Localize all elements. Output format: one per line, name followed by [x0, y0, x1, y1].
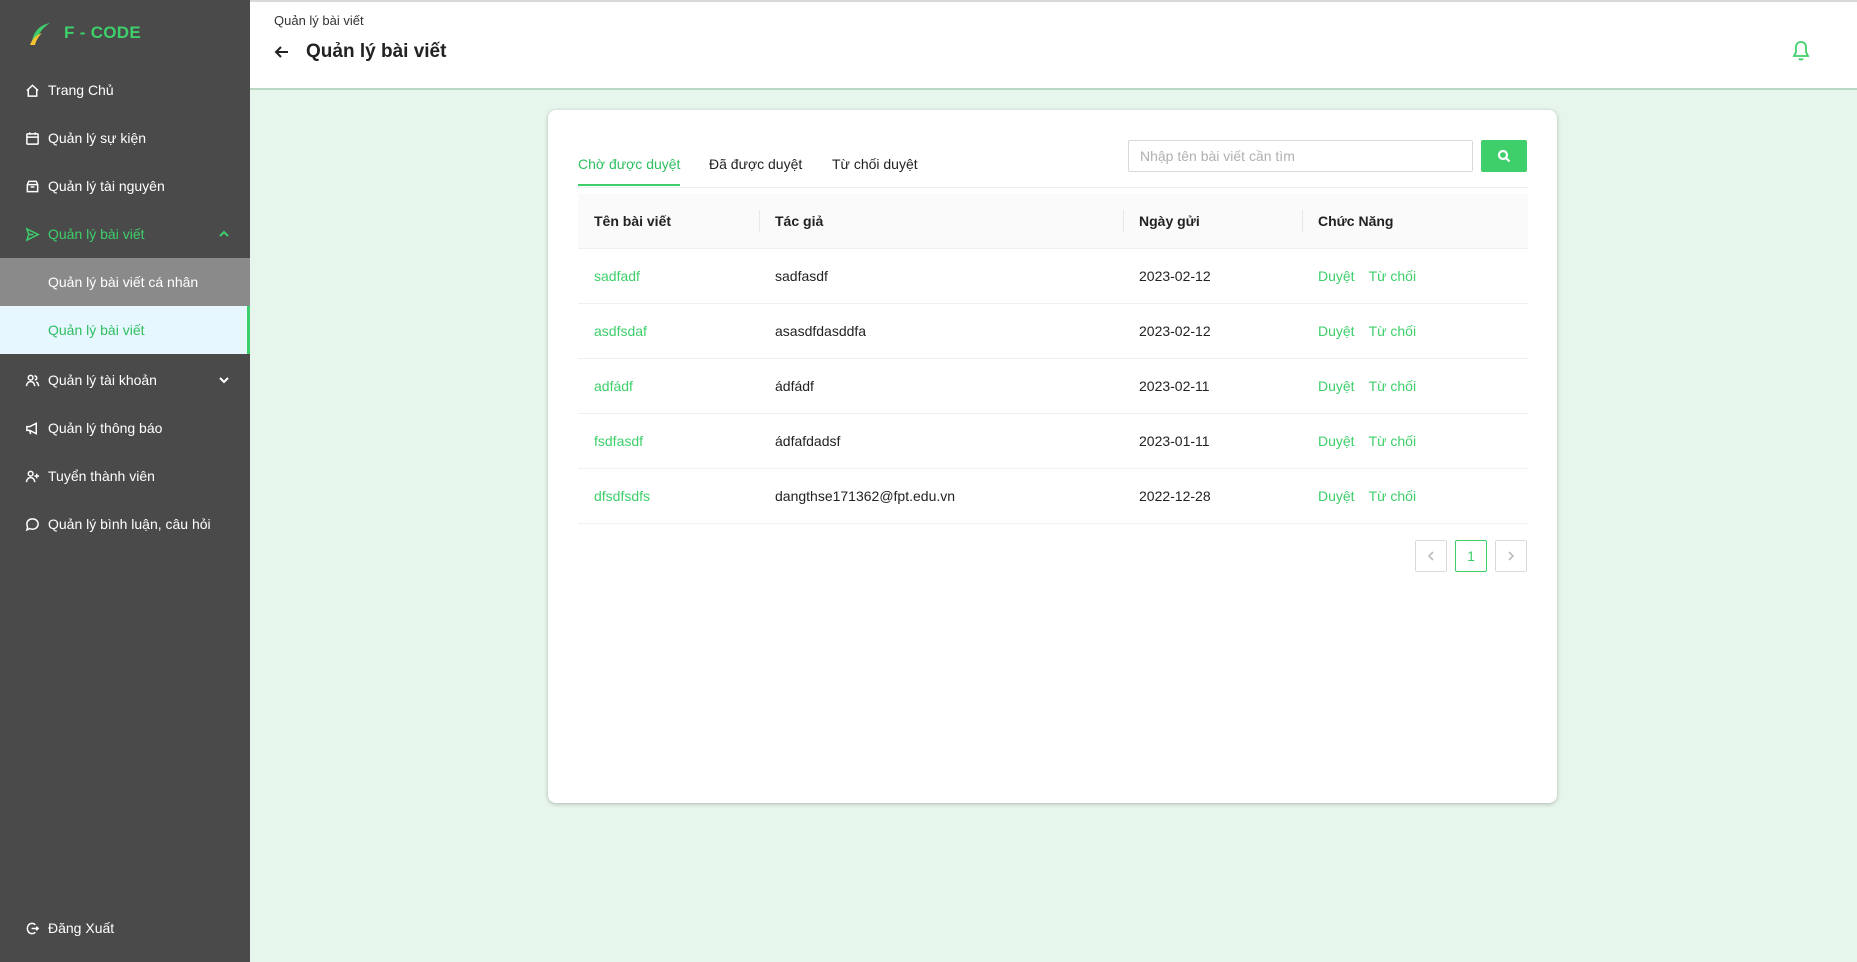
post-date: 2023-02-12 [1123, 303, 1302, 359]
sidebar-item-recruit[interactable]: Tuyển thành viên [0, 452, 250, 500]
sidebar-item-comments[interactable]: Quản lý bình luận, câu hỏi [0, 500, 250, 548]
sidebar-item-label: Quản lý bài viết [48, 226, 145, 242]
sidebar-item-label: Quản lý bài viết [48, 322, 145, 338]
post-date: 2022-12-28 [1123, 468, 1302, 524]
post-author: ádfafdadsf [759, 413, 1123, 469]
column-header: Tác giả [759, 194, 1123, 249]
sidebar-item-label: Quản lý tài nguyên [48, 178, 165, 194]
post-author: dangthse171362@fpt.edu.vn [759, 468, 1123, 524]
sidebar-item-label: Quản lý thông báo [48, 420, 163, 436]
actions-cell: Duyệt Từ chối [1302, 413, 1528, 469]
breadcrumb[interactable]: Quản lý bài viết [274, 13, 364, 28]
column-header: Chức Năng [1302, 194, 1528, 249]
chevron-right-icon [1508, 551, 1515, 561]
next-page-button[interactable] [1495, 540, 1527, 572]
reject-button[interactable]: Từ chối [1369, 488, 1417, 504]
sidebar: F - CODE Trang Chủ Quản lý sự kiện Quản … [0, 0, 250, 962]
reject-button[interactable]: Từ chối [1369, 378, 1417, 394]
page-number-button[interactable]: 1 [1455, 540, 1487, 572]
post-date: 2023-01-11 [1123, 413, 1302, 469]
column-header: Tên bài viết [578, 194, 759, 249]
chevron-left-icon [1427, 551, 1434, 561]
table-row: asdfsdaf asasdfdasddfa 2023-02-12 Duyệt T… [578, 303, 1528, 359]
search-icon [1497, 149, 1511, 163]
search-bar [1128, 140, 1527, 172]
post-author: asasdfdasddfa [759, 303, 1123, 359]
sidebar-item-resources[interactable]: Quản lý tài nguyên [0, 162, 250, 210]
tab-pending[interactable]: Chờ được duyệt [578, 156, 681, 186]
brand-name: F - CODE [64, 23, 142, 42]
reject-button[interactable]: Từ chối [1369, 433, 1417, 449]
sidebar-item-events[interactable]: Quản lý sự kiện [0, 114, 250, 162]
actions-cell: Duyệt Từ chối [1302, 468, 1528, 524]
search-button[interactable] [1481, 140, 1527, 172]
approve-button[interactable]: Duyệt [1318, 488, 1355, 504]
tab-approved[interactable]: Đã được duyệt [709, 156, 802, 184]
table-row: fsdfasdf ádfafdadsf 2023-01-11 Duyệt Từ c… [578, 413, 1528, 469]
search-input[interactable] [1128, 140, 1473, 172]
logout-icon [24, 920, 40, 936]
tab-rejected[interactable]: Từ chối duyệt [832, 156, 918, 184]
actions-cell: Duyệt Từ chối [1302, 358, 1528, 414]
sidebar-item-notifications[interactable]: Quản lý thông báo [0, 404, 250, 452]
comment-icon [24, 516, 40, 532]
users-icon [24, 372, 40, 388]
actions-cell: Duyệt Từ chối [1302, 248, 1528, 304]
posts-table: Tên bài viết Tác giả Ngày gửi Chức Năng … [578, 194, 1528, 524]
back-arrow-icon[interactable] [274, 44, 290, 60]
megaphone-icon [24, 420, 40, 436]
chevron-up-icon [218, 227, 232, 241]
post-date: 2023-02-12 [1123, 248, 1302, 304]
sidebar-item-accounts[interactable]: Quản lý tài khoản [0, 356, 250, 404]
page-title: Quản lý bài viết [306, 41, 447, 62]
logout-label: Đăng Xuất [48, 920, 115, 936]
sidebar-item-label: Quản lý tài khoản [48, 372, 157, 388]
approve-button[interactable]: Duyệt [1318, 323, 1355, 339]
sidebar-item-label: Quản lý bài viết cá nhân [48, 274, 199, 290]
post-author: ádfádf [759, 358, 1123, 414]
post-title-link[interactable]: sadfadf [578, 248, 759, 304]
actions-cell: Duyệt Từ chối [1302, 303, 1528, 359]
sidebar-item-label: Quản lý bình luận, câu hỏi [48, 516, 211, 532]
user-add-icon [24, 468, 40, 484]
approve-button[interactable]: Duyệt [1318, 378, 1355, 394]
approve-button[interactable]: Duyệt [1318, 268, 1355, 284]
post-title-link[interactable]: fsdfasdf [578, 413, 759, 469]
reject-button[interactable]: Từ chối [1369, 323, 1417, 339]
reject-button[interactable]: Từ chối [1369, 268, 1417, 284]
box-icon [24, 178, 40, 194]
table-row: sadfadf sadfasdf 2023-02-12 Duyệt Từ chối [578, 248, 1528, 304]
sidebar-item-label: Trang Chủ [48, 82, 114, 98]
prev-page-button[interactable] [1415, 540, 1447, 572]
chevron-down-icon [218, 373, 232, 387]
table-row: adfádf ádfádf 2023-02-11 Duyệt Từ chối [578, 358, 1528, 414]
home-icon [24, 82, 40, 98]
logout-button[interactable]: Đăng Xuất [0, 904, 250, 952]
post-title-link[interactable]: adfádf [578, 358, 759, 414]
calendar-icon [24, 130, 40, 146]
table-header-row: Tên bài viết Tác giả Ngày gửi Chức Năng [578, 194, 1528, 249]
approve-button[interactable]: Duyệt [1318, 433, 1355, 449]
brand-logo[interactable]: F - CODE [0, 0, 250, 66]
posts-card: Chờ được duyệt Đã được duyệt Từ chối duy… [548, 110, 1557, 803]
send-icon [24, 226, 40, 242]
sidebar-item-home[interactable]: Trang Chủ [0, 66, 250, 114]
column-header: Ngày gửi [1123, 194, 1302, 249]
table-row: dfsdfsdfs dangthse171362@fpt.edu.vn 2022… [578, 468, 1528, 524]
sidebar-item-label: Quản lý sự kiện [48, 130, 147, 146]
sidebar-subitem-personal-posts[interactable]: Quản lý bài viết cá nhân [0, 258, 250, 306]
post-author: sadfasdf [759, 248, 1123, 304]
page-header: Quản lý bài viết Quản lý bài viết [250, 2, 1857, 90]
fcode-logo-icon [30, 23, 50, 45]
post-title-link[interactable]: asdfsdaf [578, 303, 759, 359]
pagination: 1 [1415, 540, 1527, 572]
post-date: 2023-02-11 [1123, 358, 1302, 414]
bell-icon[interactable] [1791, 40, 1811, 62]
sidebar-item-label: Tuyển thành viên [48, 468, 155, 484]
post-title-link[interactable]: dfsdfsdfs [578, 468, 759, 524]
sidebar-subitem-manage-posts[interactable]: Quản lý bài viết [0, 306, 250, 354]
sidebar-item-posts[interactable]: Quản lý bài viết [0, 210, 250, 258]
